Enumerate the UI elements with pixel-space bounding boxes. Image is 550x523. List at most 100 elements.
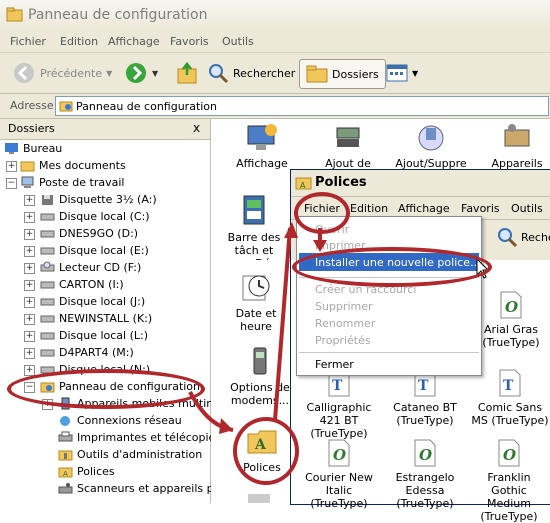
tree-label: D4PART4 (M:) (59, 346, 134, 359)
menu-outils[interactable]: Outils (222, 35, 254, 48)
tree-item-drive[interactable]: DNES9GO (D:) (40, 225, 138, 242)
tree-item-drive[interactable]: D4PART4 (M:) (40, 344, 134, 361)
tree-item-drive[interactable]: Lecteur CD (F:) (40, 259, 141, 276)
tree-item-drive[interactable]: Disque local (E:) (40, 242, 149, 259)
views-icon[interactable] (386, 64, 408, 82)
back-button[interactable]: Précédente ▼ (12, 59, 112, 87)
expand-icon[interactable]: + (42, 399, 53, 410)
menu-item-installer-police[interactable]: Installer une nouvelle police... (315, 256, 481, 269)
collapse-icon[interactable]: − (6, 178, 17, 189)
expand-icon[interactable]: + (24, 348, 35, 359)
tree-item-drive[interactable]: Disque local (N:) (40, 361, 150, 378)
menu-item-supprimer[interactable]: Supprimer (315, 300, 373, 313)
font-item[interactable]: T Comic Sans MS (TrueType) (470, 368, 550, 427)
menu-item-renommer[interactable]: Renommer (315, 317, 375, 330)
tree-item-drive[interactable]: Disque local (L:) (40, 327, 148, 344)
desktop-icon (5, 143, 18, 154)
menu-fichier[interactable]: Fichier (10, 35, 46, 48)
cp-item-options-modems[interactable]: Options de modems... (226, 344, 294, 407)
expand-icon[interactable]: + (24, 246, 35, 257)
tree-item-scanneurs[interactable]: Scanneurs et appareils p (58, 480, 214, 497)
font-item[interactable]: T Cataneo BT (TrueType) (390, 368, 460, 427)
cp-item-affichage[interactable]: Affichage (232, 122, 292, 170)
expand-icon[interactable]: + (24, 280, 35, 291)
folders-button[interactable]: Dossiers (299, 59, 386, 89)
fonts-menu-affichage[interactable]: Affichage (398, 202, 450, 215)
cp-label: Options de modems... (230, 381, 290, 407)
svg-text:T: T (418, 378, 429, 394)
chevron-down-icon: ▼ (106, 68, 113, 78)
expand-icon[interactable]: + (24, 331, 35, 342)
font-item[interactable]: O Arial Gras (TrueType) (472, 290, 550, 349)
expand-icon[interactable]: + (24, 263, 35, 274)
menu-separator (299, 277, 479, 278)
font-item[interactable]: O Franklin Gothic Medium (TrueType) (468, 438, 550, 523)
fonts-search-button[interactable]: Reche (496, 226, 550, 248)
tree-item-drive[interactable]: Disque local (J:) (40, 293, 145, 310)
tree-item-polices[interactable]: A Polices (58, 463, 115, 480)
cp-item-barre-taches[interactable]: Barre des tâch et menu Déma (218, 194, 290, 260)
menu-favoris[interactable]: Favoris (170, 35, 209, 48)
menu-item-creer-raccourci[interactable]: Créer un raccourci (315, 283, 416, 296)
close-icon[interactable]: x (193, 121, 200, 135)
control-panel-icon (6, 7, 23, 22)
menu-item-proprietes[interactable]: Propriétés (315, 334, 371, 347)
tree-item-drive[interactable]: Disque local (C:) (40, 208, 150, 225)
back-label: Précédente (40, 66, 103, 80)
tree-label: Disque local (L:) (59, 329, 149, 342)
address-label: Adresse (10, 99, 54, 112)
font-item[interactable]: T Calligraphic 421 BT (TrueType) (296, 368, 382, 440)
forward-button[interactable]: ▼ (124, 59, 158, 87)
font-item[interactable]: O Courier New Italic (TrueType) (296, 438, 382, 510)
search-button[interactable]: Rechercher (207, 59, 295, 87)
font-item[interactable]: O Estrangelo Edessa (TrueType) (390, 438, 460, 510)
address-field[interactable]: Panneau de configuration (55, 96, 549, 116)
fonts-menu-edition[interactable]: Edition (350, 202, 388, 215)
tree-item-connexions-reseau[interactable]: Connexions réseau (58, 412, 182, 429)
tree-label: Lecteur CD (F:) (59, 261, 142, 274)
tree-item-appareils-mobiles[interactable]: Appareils mobiles multime (58, 395, 224, 412)
menu-affichage[interactable]: Affichage (108, 35, 160, 48)
expand-icon[interactable]: + (24, 314, 35, 325)
tree-item-poste-de-travail[interactable]: Poste de travail (20, 174, 124, 191)
cp-item-appareils[interactable]: Appareils (484, 122, 550, 170)
fonts-menu-outils[interactable]: Outils (511, 202, 543, 215)
tree-item-bureau[interactable]: Bureau (4, 140, 62, 157)
tree-item-drive[interactable]: NEWINSTALL (K:) (40, 310, 152, 327)
folder-up-icon[interactable] (176, 61, 198, 85)
expand-icon[interactable]: + (6, 161, 17, 172)
fonts-menu-favoris[interactable]: Favoris (461, 202, 500, 215)
cp-item-ajout-materiel[interactable]: Ajout de (318, 122, 378, 170)
expand-icon[interactable]: + (24, 229, 35, 240)
expand-icon[interactable]: + (24, 365, 35, 376)
tree-item-outils-administration[interactable]: Outils d'administration (58, 446, 202, 463)
tree-item-panneau-de-configuration[interactable]: Panneau de configuration (40, 378, 200, 395)
collapse-icon[interactable]: − (24, 382, 35, 393)
cp-label: Affichage (236, 157, 288, 170)
expand-icon[interactable]: + (24, 297, 35, 308)
forward-arrow-icon (126, 63, 146, 83)
expand-icon[interactable]: + (24, 195, 35, 206)
cp-item-polices[interactable]: A Polices (240, 424, 284, 474)
menu-item-imprimer[interactable]: Imprimer (315, 239, 366, 252)
tree-item-mes-documents[interactable]: Mes documents (20, 157, 126, 174)
tree-label: Scanneurs et appareils p (77, 482, 214, 495)
fonts-menu-fichier[interactable]: Fichier (304, 202, 340, 215)
tree-label: Disque local (J:) (59, 295, 146, 308)
cp-item-date-heure[interactable]: Date et heure (226, 270, 286, 333)
tree-item-drive[interactable]: Disquette 3½ (A:) (40, 191, 157, 208)
tree-item-imprimantes[interactable]: Imprimantes et télécopie (58, 429, 215, 446)
cp-item-ajout-suppression[interactable]: Ajout/Suppre (392, 122, 470, 170)
drive-icon (40, 332, 55, 340)
drive-icon (40, 349, 55, 357)
chevron-down-icon[interactable]: ▼ (412, 69, 418, 78)
clock-icon (242, 275, 270, 301)
menu-item-fermer[interactable]: Fermer (315, 358, 354, 371)
expand-icon[interactable]: + (24, 212, 35, 223)
menu-item-ouvrir[interactable]: Ouvrir (315, 223, 349, 236)
svg-text:T: T (503, 378, 514, 394)
svg-text:A: A (254, 437, 267, 453)
tree-label: Outils d'administration (77, 448, 203, 461)
menu-edition[interactable]: Edition (60, 35, 98, 48)
tree-item-drive[interactable]: CARTON (I:) (40, 276, 124, 293)
